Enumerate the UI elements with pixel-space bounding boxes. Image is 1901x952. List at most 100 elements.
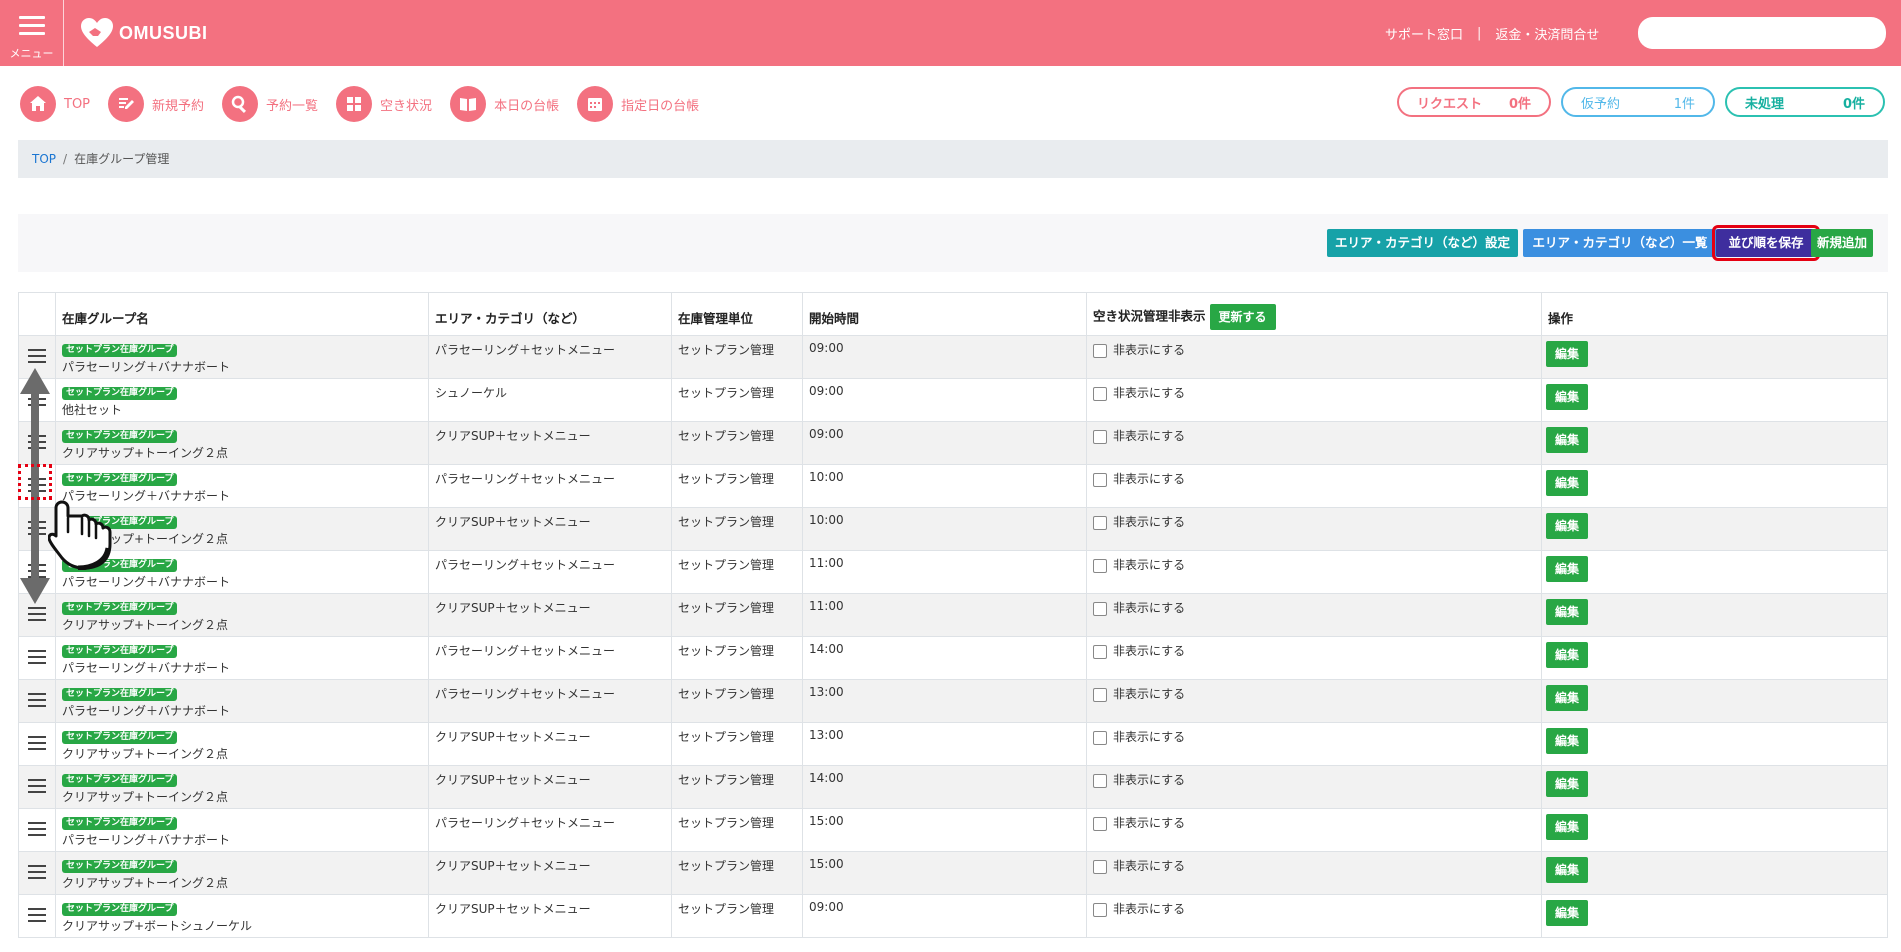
hide-checkbox[interactable] [1093,902,1107,917]
hide-checkbox-label[interactable]: 非表示にする [1113,816,1185,830]
quicknav-new-reservation[interactable]: 新規予約 [108,86,204,122]
update-button[interactable]: 更新する [1209,304,1276,330]
drag-handle[interactable] [18,851,56,895]
edit-button[interactable]: 編集 [1546,857,1588,883]
drag-handle[interactable] [18,679,56,723]
pill-label: 仮予約 [1581,96,1621,112]
unprocessed-pill[interactable]: 未処理 0件 [1725,87,1885,117]
hide-checkbox-label[interactable]: 非表示にする [1113,859,1185,873]
drag-handle[interactable] [18,421,56,465]
edit-button[interactable]: 編集 [1546,513,1588,539]
support-link[interactable]: サポート窓口 [1385,24,1463,43]
hide-checkbox-label[interactable]: 非表示にする [1113,687,1185,701]
drag-handle[interactable] [18,808,56,852]
hide-header-label: 空き状況管理非表示 [1093,308,1206,324]
name-cell: セットプラン在庫グループ パラセーリング＋バナナボート [55,679,429,723]
drag-handle[interactable] [18,335,56,379]
refund-link[interactable]: 返金・決済問合せ [1495,24,1599,43]
edit-button[interactable]: 編集 [1546,642,1588,668]
hide-checkbox[interactable] [1093,429,1107,444]
hide-checkbox-label[interactable]: 非表示にする [1113,386,1185,400]
hide-checkbox-label[interactable]: 非表示にする [1113,429,1185,443]
edit-button[interactable]: 編集 [1546,384,1588,410]
hide-checkbox[interactable] [1093,644,1107,659]
area-cell: パラセーリング＋セットメニュー [428,335,672,379]
add-new-button[interactable]: 新規追加 [1811,229,1873,257]
edit-button[interactable]: 編集 [1546,470,1588,496]
ops-cell: 編集 [1541,894,1888,938]
hide-checkbox[interactable] [1093,859,1107,874]
ops-cell: 編集 [1541,464,1888,508]
edit-button[interactable]: 編集 [1546,814,1588,840]
hide-cell: 非表示にする [1086,335,1542,379]
edit-button[interactable]: 編集 [1546,685,1588,711]
hide-checkbox[interactable] [1093,773,1107,788]
edit-button[interactable]: 編集 [1546,900,1588,926]
edit-button[interactable]: 編集 [1546,341,1588,367]
edit-button[interactable]: 編集 [1546,728,1588,754]
drag-handle[interactable] [18,378,56,422]
edit-button[interactable]: 編集 [1546,427,1588,453]
search-input[interactable] [1638,17,1886,49]
breadcrumb-home[interactable]: TOP [32,152,56,166]
hide-checkbox[interactable] [1093,816,1107,831]
edit-button[interactable]: 編集 [1546,599,1588,625]
logo[interactable]: OMUSUBI [80,16,208,50]
hide-checkbox-label[interactable]: 非表示にする [1113,343,1185,357]
table-row: セットプラン在庫グループ クリアサップ+トーイング２点 クリアSUP＋セットメニュー… [18,722,1888,766]
quicknav-today-ledger[interactable]: 本日の台帳 [450,86,559,122]
hide-checkbox-label[interactable]: 非表示にする [1113,644,1185,658]
hide-checkbox-label[interactable]: 非表示にする [1113,730,1185,744]
tentative-pill[interactable]: 仮予約 1件 [1561,87,1715,117]
pill-count: 0件 [1842,96,1865,112]
group-name: パラセーリング＋バナナボート [62,489,231,503]
drag-handle-icon [28,388,46,410]
quicknav-reservation-list[interactable]: 予約一覧 [222,86,318,122]
hide-checkbox-label[interactable]: 非表示にする [1113,773,1185,787]
name-cell: セットプラン在庫グループ パラセーリング＋バナナボート [55,335,429,379]
hide-checkbox[interactable] [1093,730,1107,745]
hide-checkbox[interactable] [1093,687,1107,702]
hide-checkbox-label[interactable]: 非表示にする [1113,515,1185,529]
link-separator: | [1477,26,1482,41]
edit-button[interactable]: 編集 [1546,771,1588,797]
name-cell: セットプラン在庫グループ クリアサップ+トーイング２点 [55,507,429,551]
hide-checkbox[interactable] [1093,386,1107,401]
area-settings-button[interactable]: エリア・カテゴリ（など）設定 [1327,229,1518,257]
drag-handle[interactable] [18,765,56,809]
drag-handle[interactable] [18,894,56,938]
drag-handle[interactable] [18,722,56,766]
hide-cell: 非表示にする [1086,722,1542,766]
set-plan-badge: セットプラン在庫グループ [62,645,178,658]
quicknav-date-ledger[interactable]: 指定日の台帳 [577,86,699,122]
quicknav-availability[interactable]: 空き状況 [336,86,432,122]
area-cell: クリアSUP＋セットメニュー [428,507,672,551]
start-time-cell: 13:00 [802,679,1087,723]
drag-handle[interactable] [18,507,56,551]
name-cell: セットプラン在庫グループ クリアサップ+トーイング２点 [55,765,429,809]
hide-checkbox-label[interactable]: 非表示にする [1113,558,1185,572]
drag-handle[interactable] [18,636,56,680]
save-order-button[interactable]: 並び順を保存 [1712,225,1820,261]
hide-checkbox-label[interactable]: 非表示にする [1113,472,1185,486]
hide-checkbox-label[interactable]: 非表示にする [1113,601,1185,615]
hide-checkbox[interactable] [1093,343,1107,358]
set-plan-badge: セットプラン在庫グループ [62,602,178,615]
home-icon [20,86,56,122]
area-list-button[interactable]: エリア・カテゴリ（など）一覧 [1523,229,1717,257]
hide-checkbox[interactable] [1093,515,1107,530]
drag-handle[interactable] [18,464,56,508]
hide-checkbox[interactable] [1093,558,1107,573]
unit-cell: セットプラン管理 [671,335,803,379]
hide-checkbox[interactable] [1093,601,1107,616]
drag-handle[interactable] [18,593,56,637]
unit-cell: セットプラン管理 [671,679,803,723]
hide-checkbox[interactable] [1093,472,1107,487]
group-name: クリアサップ+トーイング２点 [62,790,229,804]
drag-handle[interactable] [18,550,56,594]
hide-checkbox-label[interactable]: 非表示にする [1113,902,1185,916]
edit-button[interactable]: 編集 [1546,556,1588,582]
quicknav-top[interactable]: TOP [20,86,90,122]
request-pill[interactable]: リクエスト 0件 [1397,87,1551,117]
menu-button[interactable]: メニュー [0,0,64,66]
